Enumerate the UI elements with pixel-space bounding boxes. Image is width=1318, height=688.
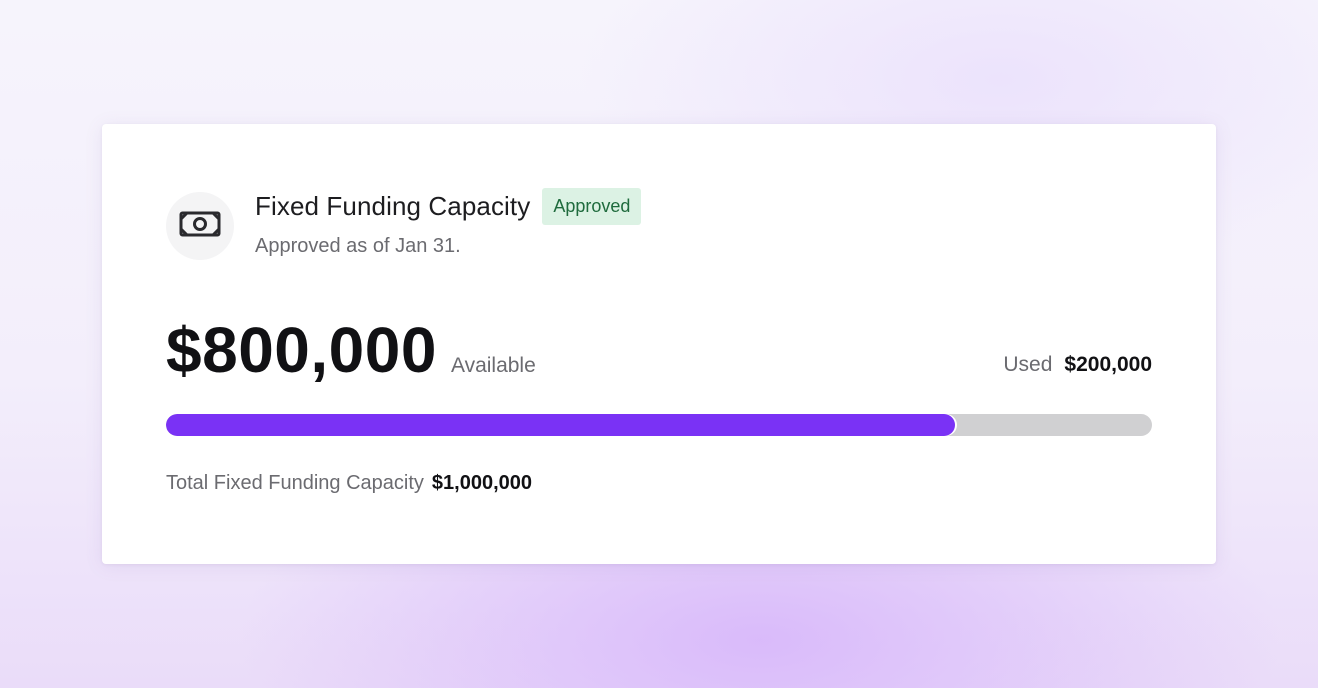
funding-capacity-card: Fixed Funding Capacity Approved Approved… xyxy=(102,124,1216,564)
total-capacity-label: Total Fixed Funding Capacity xyxy=(166,472,424,494)
available-amount: $800,000 xyxy=(166,314,437,386)
approval-date-text: Approved as of Jan 31. xyxy=(255,235,461,257)
available-amount-row: $800,000 Available xyxy=(166,314,536,386)
status-badge: Approved xyxy=(542,188,642,225)
money-bill-icon xyxy=(178,209,222,244)
available-label: Available xyxy=(450,354,536,377)
used-label: Used xyxy=(1003,353,1053,376)
capacity-progress-bar xyxy=(166,414,1152,436)
header-row: Fixed Funding Capacity Approved xyxy=(255,188,642,225)
total-capacity-row: Total Fixed Funding Capacity $1,000,000 xyxy=(166,472,532,495)
capacity-progress-fill xyxy=(166,414,955,436)
used-amount: $200,000 xyxy=(1064,353,1152,376)
icon-container xyxy=(166,192,234,260)
card-title: Fixed Funding Capacity xyxy=(255,191,531,221)
used-amount-row: Used $200,000 xyxy=(1003,353,1152,377)
total-capacity-amount: $1,000,000 xyxy=(431,472,533,494)
